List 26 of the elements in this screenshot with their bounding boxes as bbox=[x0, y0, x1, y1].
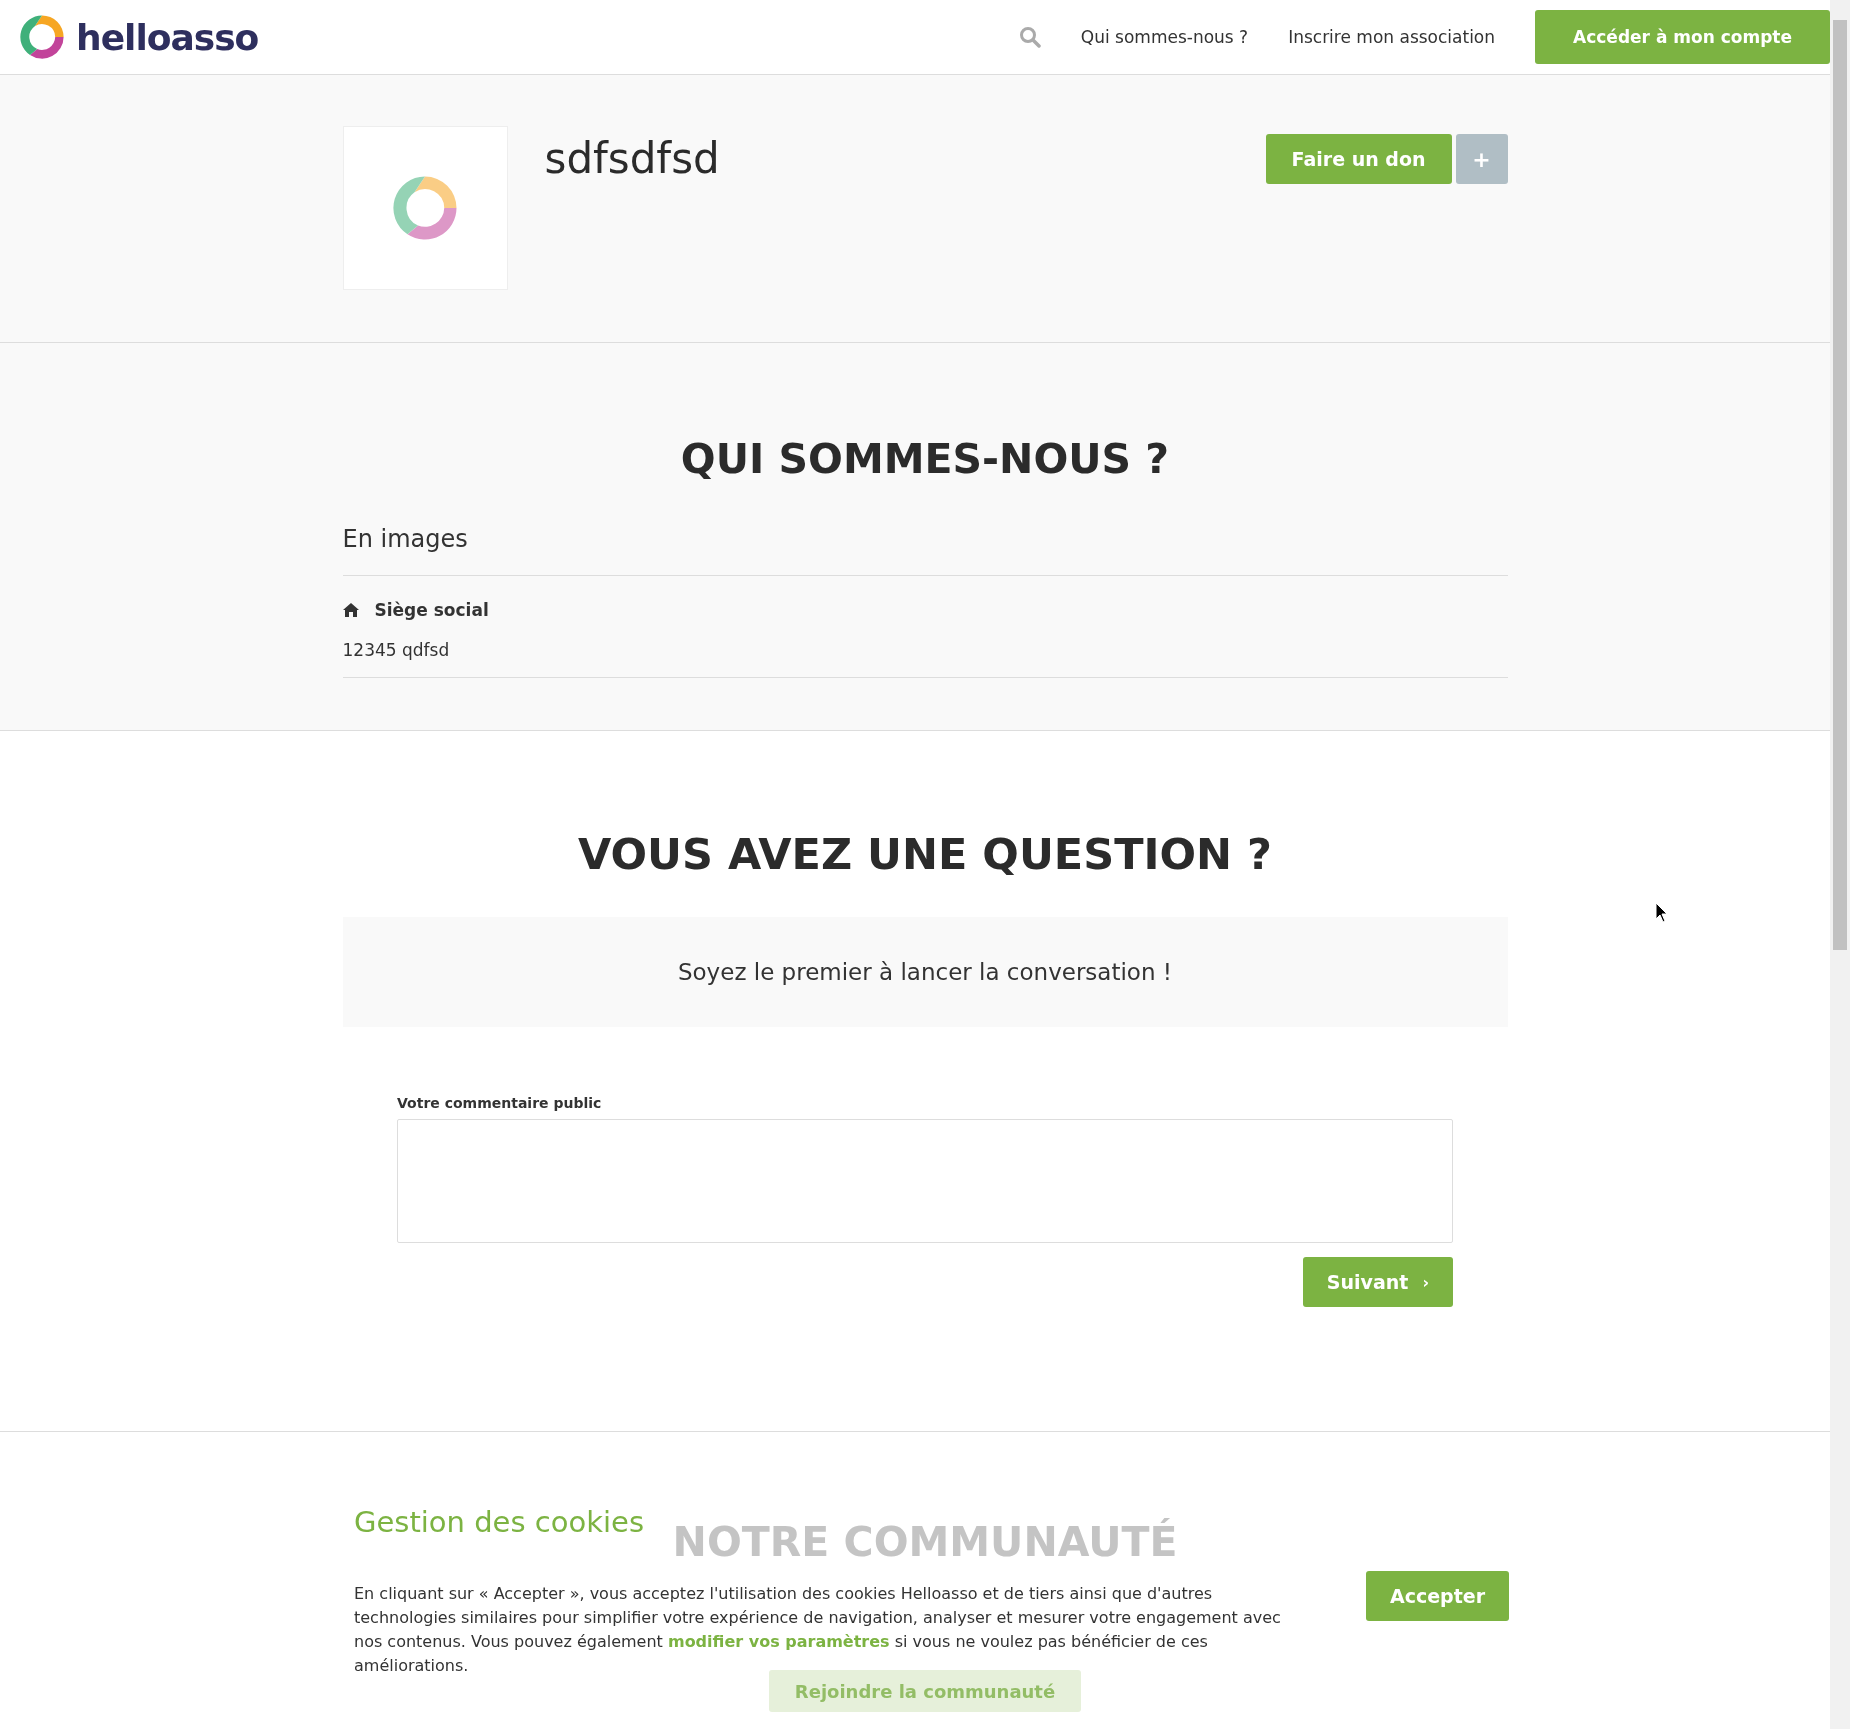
address-label: Siège social bbox=[374, 600, 489, 620]
address-text: 12345 qdfsd bbox=[342, 640, 451, 662]
empty-comments-message: Soyez le premier à lancer la conversation ! bbox=[677, 959, 1173, 985]
images-title: En images bbox=[342, 525, 468, 555]
more-button[interactable]: + bbox=[1455, 134, 1508, 184]
scrollbar[interactable] bbox=[1830, 0, 1850, 1729]
cursor-icon bbox=[1655, 902, 1669, 924]
section-heading: NOTRE COMMUNAUTÉ bbox=[672, 1518, 1178, 1566]
settings-link[interactable]: modifier vos paramètres bbox=[667, 1632, 890, 1651]
nav-link[interactable]: Qui sommes-nous ? bbox=[1080, 27, 1249, 47]
helloasso-logo-icon bbox=[18, 13, 66, 61]
account-button[interactable]: Accéder à mon compte bbox=[1535, 10, 1830, 64]
organization-name: sdfsdfsd bbox=[544, 134, 721, 185]
donate-button[interactable]: Faire un don bbox=[1265, 134, 1452, 184]
section-heading: QUI SOMMES-NOUS ? bbox=[679, 435, 1171, 483]
cookie-title: Gestion des cookies bbox=[354, 1505, 644, 1539]
comment-field[interactable] bbox=[397, 1119, 1453, 1243]
comment-label: Votre commentaire public bbox=[397, 1095, 603, 1111]
accept-button[interactable]: Accepter bbox=[1366, 1571, 1510, 1621]
nav-link[interactable]: Inscrire mon association bbox=[1288, 27, 1496, 47]
next-button[interactable]: Suivant › bbox=[1302, 1257, 1453, 1307]
section-heading: VOUS AVEZ UNE QUESTION ? bbox=[577, 829, 1273, 879]
home-icon bbox=[342, 603, 359, 617]
brand-name[interactable]: helloasso bbox=[76, 16, 259, 58]
search-icon[interactable] bbox=[1018, 26, 1041, 48]
join-button[interactable]: Rejoindre la communauté bbox=[768, 1670, 1082, 1712]
